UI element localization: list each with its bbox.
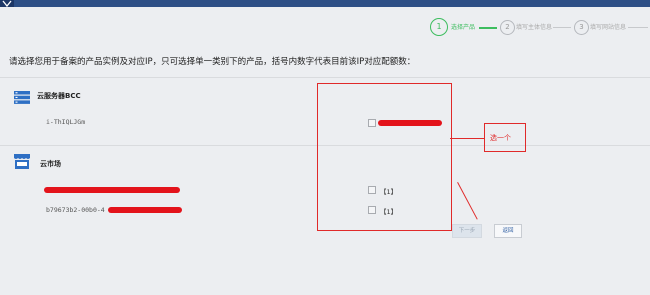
product-name-marketplace: 云市场 — [40, 160, 61, 168]
instruction-text: 请选择您用于备案的产品实例及对应IP，只可选择单一类别下的产品，括号内数字代表目… — [9, 57, 416, 67]
divider — [0, 77, 650, 78]
server-stack-icon — [14, 89, 30, 108]
step-1-connector — [479, 27, 497, 29]
back-button[interactable]: 返回 — [494, 224, 522, 238]
instance-id: b79673b2-00b0-4 — [46, 206, 105, 214]
step-3-connector — [628, 27, 648, 28]
storefront-icon — [14, 154, 30, 173]
annotation-highlight-box — [317, 83, 452, 231]
step-3-label: 填写网站信息 — [590, 24, 627, 31]
step-1-label: 选择产品 — [451, 24, 476, 31]
annotation-arrow — [457, 182, 478, 220]
instance-id: i-ThIQLJGm — [46, 118, 86, 126]
step-2-circle: 2 — [500, 20, 515, 35]
logo-icon — [2, 0, 12, 7]
step-2-connector — [553, 27, 571, 28]
product-name-bcc: 云服务器BCC — [37, 92, 81, 100]
progress-steps: 1 选择产品 2 填写主体信息 3 填写网站信息 — [0, 16, 650, 40]
annotation-arrow — [450, 138, 484, 139]
step-3-circle: 3 — [574, 20, 589, 35]
logo[interactable] — [0, 0, 14, 7]
redaction-mark — [108, 207, 182, 213]
annotation-note: 选一个 — [490, 134, 511, 142]
top-header-bar — [0, 0, 650, 7]
step-1-circle: 1 — [430, 18, 448, 36]
redaction-mark — [44, 187, 180, 193]
next-button[interactable]: 下一步 — [452, 224, 482, 238]
step-2-label: 填写主体信息 — [516, 24, 553, 31]
